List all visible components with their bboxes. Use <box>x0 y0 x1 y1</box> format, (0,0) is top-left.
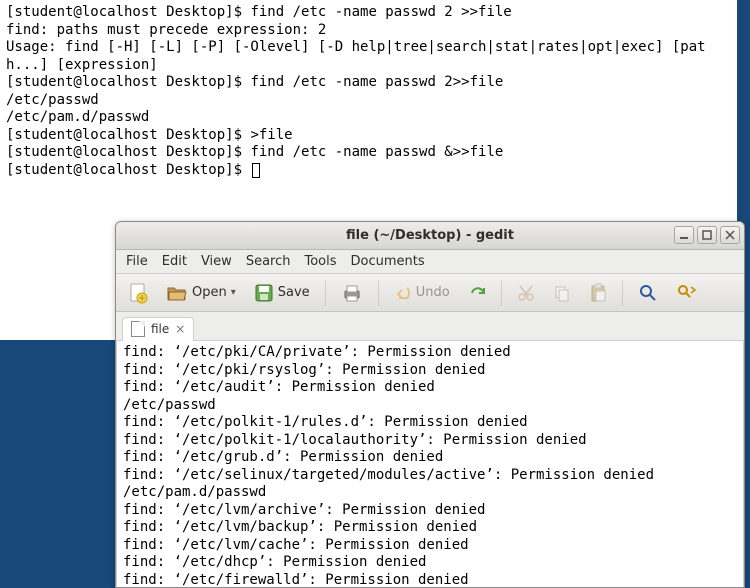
gedit-menubar: File Edit View Search Tools Documents <box>116 250 744 274</box>
menu-file[interactable]: File <box>126 254 148 269</box>
terminal-cursor <box>252 163 260 178</box>
save-button[interactable]: Save <box>248 280 316 306</box>
terminal-prompt: [student@localhost Desktop]$ <box>6 162 250 178</box>
folder-open-icon <box>166 283 188 303</box>
redo-icon <box>468 285 486 301</box>
search-icon <box>638 283 658 303</box>
terminal-command: find /etc -name passwd 2>>file <box>250 74 503 90</box>
new-button[interactable] <box>122 279 154 307</box>
paste-icon <box>589 283 607 303</box>
new-doc-icon <box>128 282 148 304</box>
cut-button <box>511 281 541 305</box>
terminal-output: /etc/passwd <box>6 92 99 108</box>
close-button[interactable] <box>720 226 740 244</box>
scissors-icon <box>517 284 535 302</box>
gedit-editor[interactable]: find: ‘/etc/pki/CA/private’: Permission … <box>116 341 744 587</box>
save-icon <box>254 283 274 303</box>
find-replace-icon <box>676 283 698 303</box>
tab-label: file <box>151 322 169 336</box>
paste-button <box>583 280 613 306</box>
gedit-title: file (~/Desktop) - gedit <box>346 228 514 243</box>
terminal-prompt: [student@localhost Desktop]$ <box>6 127 250 143</box>
document-icon <box>131 321 145 337</box>
terminal-output: find: paths must precede expression: 2 <box>6 22 326 38</box>
menu-search[interactable]: Search <box>246 254 291 269</box>
undo-icon <box>394 285 412 301</box>
menu-tools[interactable]: Tools <box>304 254 336 269</box>
gedit-window: file (~/Desktop) - gedit File Edit View … <box>115 221 745 588</box>
open-button[interactable]: Open ▾ <box>160 280 242 306</box>
find-button[interactable] <box>632 280 664 306</box>
terminal-prompt: [student@localhost Desktop]$ <box>6 144 250 160</box>
undo-label: Undo <box>416 285 450 300</box>
terminal-command: find /etc -name passwd &>>file <box>250 144 503 160</box>
gedit-titlebar: file (~/Desktop) - gedit <box>116 222 744 250</box>
terminal-output: Usage: find [-H] [-L] [-P] [-Olevel] [-D… <box>6 39 706 73</box>
document-tab[interactable]: file × <box>122 317 194 341</box>
terminal-command: >file <box>250 127 292 143</box>
printer-icon <box>341 283 363 303</box>
tab-close-icon[interactable]: × <box>175 322 185 336</box>
terminal-output: /etc/pam.d/passwd <box>6 109 149 125</box>
menu-view[interactable]: View <box>201 254 232 269</box>
separator <box>622 280 623 306</box>
chevron-down-icon[interactable]: ▾ <box>231 287 236 298</box>
terminal-command: find /etc -name passwd 2 >>file <box>250 4 511 20</box>
menu-edit[interactable]: Edit <box>162 254 187 269</box>
terminal-prompt: [student@localhost Desktop]$ <box>6 74 250 90</box>
minimize-button[interactable] <box>674 226 694 244</box>
gedit-toolbar: Open ▾ Save Undo <box>116 274 744 312</box>
terminal-prompt: [student@localhost Desktop]$ <box>6 4 250 20</box>
separator <box>501 280 502 306</box>
copy-button <box>547 281 577 305</box>
undo-button: Undo <box>388 282 456 304</box>
open-label: Open <box>192 285 227 300</box>
maximize-button[interactable] <box>697 226 717 244</box>
copy-icon <box>553 284 571 302</box>
save-label: Save <box>278 285 310 300</box>
separator <box>378 280 379 306</box>
print-button[interactable] <box>335 280 369 306</box>
separator <box>325 280 326 306</box>
replace-button[interactable] <box>670 280 704 306</box>
redo-button[interactable] <box>462 282 492 304</box>
gedit-tabbar: file × <box>116 312 744 341</box>
menu-documents[interactable]: Documents <box>351 254 425 269</box>
